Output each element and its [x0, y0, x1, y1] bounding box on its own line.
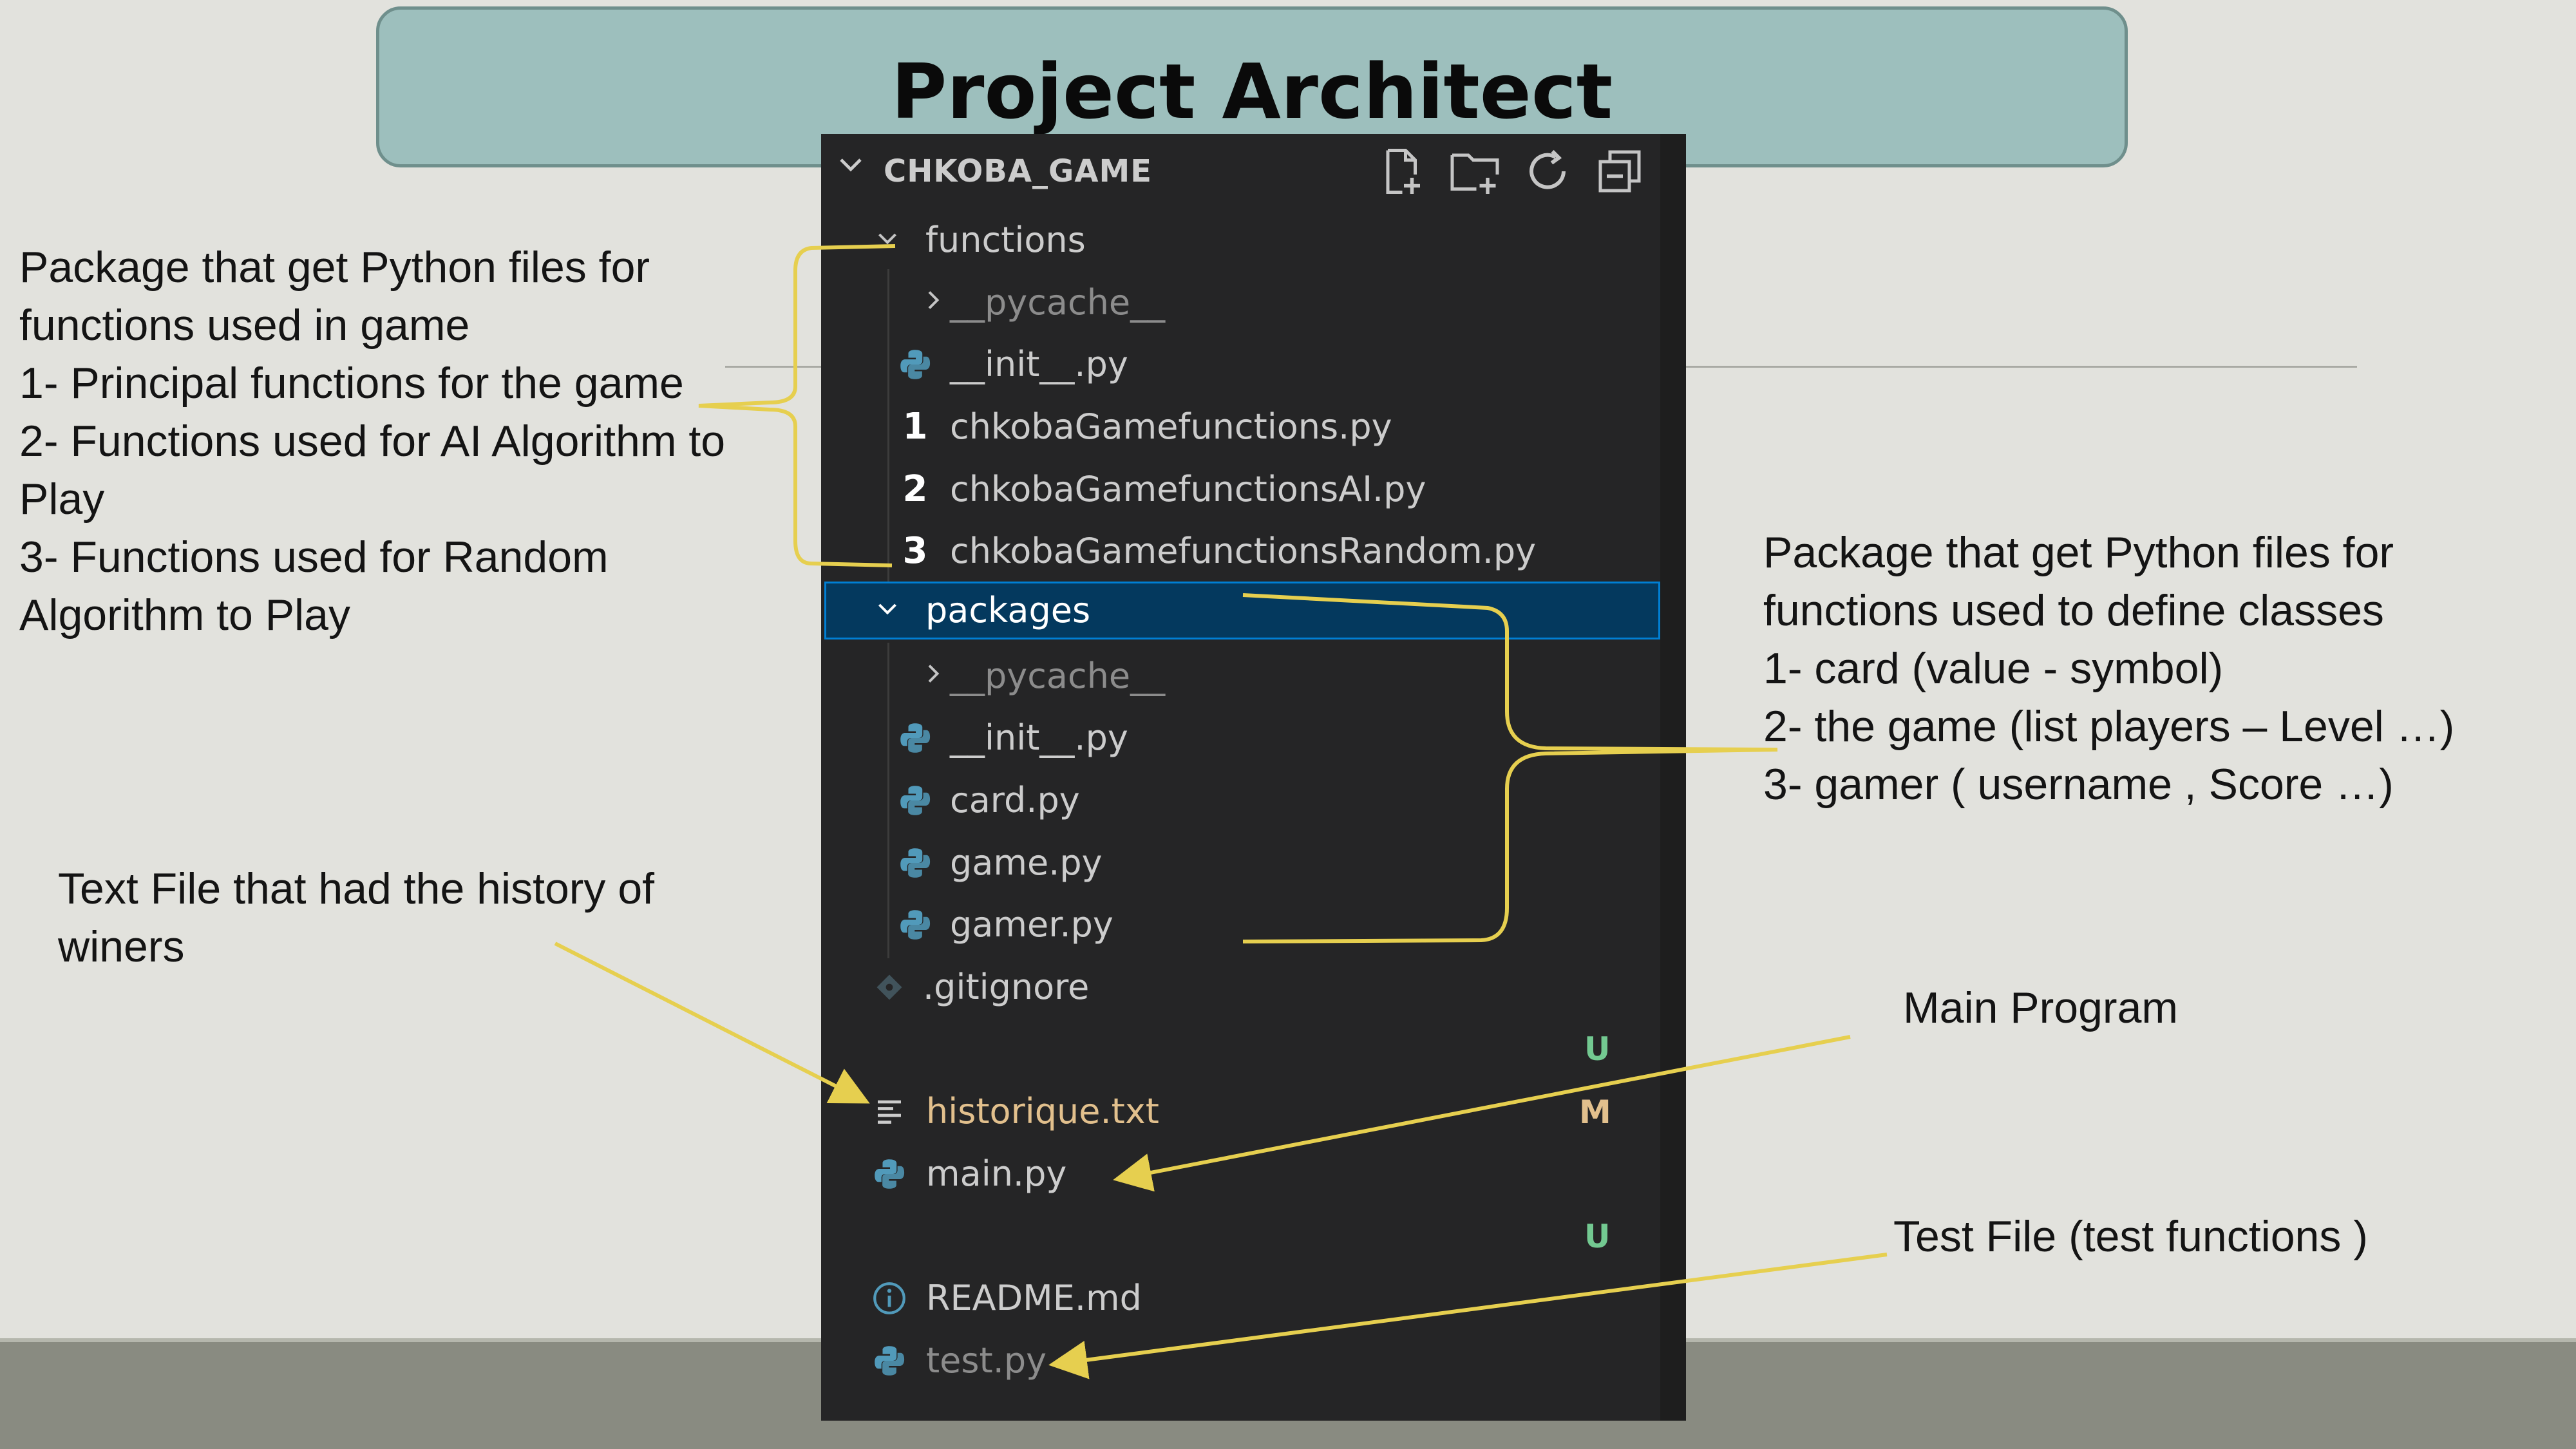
- tree-file-card[interactable]: card.py: [821, 772, 1660, 829]
- annotation-line: 1- Principal functions for the game: [19, 359, 684, 408]
- python-file-icon: [871, 1332, 907, 1390]
- slide-divider-right: [1668, 366, 2357, 368]
- explorer-scrollbar[interactable]: [1660, 134, 1686, 1421]
- tree-file-gitignore[interactable]: .gitignore: [821, 958, 1660, 1016]
- git-modified-badge: M: [1579, 1094, 1611, 1131]
- annotation-line: functions used to define classes: [1763, 586, 2384, 635]
- tree-file-chkobagamefunctionsai[interactable]: 2 chkobaGamefunctionsAI.py: [821, 460, 1660, 518]
- tree-file-game[interactable]: game.py: [821, 834, 1660, 892]
- number-one-icon: 1: [902, 406, 928, 448]
- number-two-icon: 2: [902, 468, 928, 510]
- tree-folder-pycache[interactable]: __pycache__: [821, 647, 1660, 705]
- tree-file-label: historique.txt: [926, 1091, 1159, 1132]
- annotation-line: Play: [19, 475, 105, 524]
- tree-folder-label: functions: [925, 220, 1086, 260]
- git-untracked-badge: U: [1584, 1218, 1611, 1255]
- chevron-down-icon: [871, 582, 904, 639]
- annotation-line: Text File that had the history of: [58, 864, 655, 913]
- tree-file-label: __init__.py: [950, 717, 1128, 758]
- tree-file-chkobagamefunctionsrandom[interactable]: 3 chkobaGamefunctionsRandom.py: [821, 522, 1660, 580]
- annotation-line: functions used in game: [19, 301, 470, 350]
- tree-file-gamer[interactable]: gamer.py: [821, 896, 1660, 954]
- python-file-icon: [897, 772, 933, 829]
- annotation-line: Package that get Python files for: [19, 243, 650, 292]
- tree-folder-packages[interactable]: packages: [824, 582, 1660, 639]
- explorer-root-label: CHKOBA_GAME: [884, 153, 1153, 189]
- main-annotation: Main Program: [1903, 983, 2179, 1032]
- new-file-button[interactable]: [1375, 146, 1426, 197]
- python-file-icon: [897, 896, 933, 954]
- git-untracked-badge: U: [1584, 1030, 1611, 1068]
- chevron-down-icon: [835, 148, 866, 187]
- python-file-icon: [897, 834, 933, 892]
- git-diamond-icon: [871, 958, 907, 1016]
- tree-file-chkobagamefunctions[interactable]: 1 chkobaGamefunctions.py: [821, 398, 1660, 456]
- tree-file-label: main.py: [926, 1153, 1067, 1194]
- chevron-right-icon: [916, 647, 949, 705]
- tree-folder-label: __pycache__: [950, 656, 1166, 696]
- annotation-line: 3- gamer ( username , Score …): [1763, 760, 2394, 809]
- tree-file-readme[interactable]: README.md: [821, 1269, 1660, 1327]
- tree-file-label: test.py: [926, 1340, 1047, 1381]
- annotation-line: 3- Functions used for Random: [19, 533, 609, 582]
- tree-file-historique[interactable]: historique.txt: [821, 1083, 1660, 1141]
- annotation-line: 2- Functions used for AI Algorithm to: [19, 417, 726, 466]
- tree-folder-label: __pycache__: [950, 282, 1166, 323]
- python-file-icon: [871, 1145, 907, 1203]
- info-icon: [871, 1269, 907, 1327]
- tree-file-label: README.md: [926, 1278, 1142, 1318]
- annotation-line: winers: [58, 922, 185, 971]
- functions-annotation: Package that get Python files for functi…: [19, 238, 725, 644]
- python-file-icon: [897, 709, 933, 767]
- tree-file-label: chkobaGamefunctions.py: [950, 406, 1392, 447]
- number-three-icon: 3: [902, 530, 928, 572]
- slide-divider-left: [725, 366, 822, 368]
- collapse-all-button[interactable]: [1594, 146, 1645, 197]
- text-file-icon: [871, 1083, 907, 1141]
- slide-title: Project Architect: [891, 47, 1613, 136]
- tree-file-label: card.py: [950, 780, 1080, 820]
- python-file-icon: [897, 336, 933, 393]
- tree-folder-pycache[interactable]: __pycache__: [821, 274, 1660, 332]
- tree-file-init[interactable]: __init__.py: [821, 336, 1660, 393]
- new-folder-button[interactable]: [1449, 146, 1501, 197]
- new-file-icon: [1386, 149, 1420, 194]
- tree-file-main[interactable]: main.py: [821, 1145, 1660, 1203]
- tree-folder-functions[interactable]: functions: [821, 211, 1660, 269]
- tree-file-test[interactable]: test.py: [821, 1332, 1660, 1390]
- refresh-explorer-button[interactable]: [1522, 146, 1573, 197]
- packages-annotation: Package that get Python files for functi…: [1763, 524, 2454, 813]
- new-folder-icon: [1450, 153, 1499, 194]
- tree-file-label: gamer.py: [950, 904, 1113, 945]
- history-annotation: Text File that had the history of winers: [58, 860, 654, 976]
- refresh-icon: [1530, 149, 1566, 189]
- tree-folder-label: packages: [925, 590, 1091, 630]
- test-annotation: Test File (test functions ): [1893, 1212, 2368, 1261]
- tree-file-init[interactable]: __init__.py: [821, 709, 1660, 767]
- collapse-all-icon: [1598, 150, 1641, 193]
- tree-file-label: __init__.py: [950, 344, 1128, 384]
- chevron-down-icon: [871, 211, 904, 269]
- annotation-line: Algorithm to Play: [19, 591, 350, 639]
- tree-file-label: chkobaGamefunctionsAI.py: [950, 469, 1426, 509]
- tree-file-label: .gitignore: [923, 967, 1090, 1007]
- tree-file-label: chkobaGamefunctionsRandom.py: [950, 531, 1537, 571]
- annotation-line: Package that get Python files for: [1763, 528, 2394, 577]
- annotation-line: 2- the game (list players – Level …): [1763, 702, 2455, 751]
- annotation-line: 1- card (value - symbol): [1763, 644, 2224, 693]
- tree-file-label: game.py: [950, 842, 1103, 883]
- chevron-right-icon: [916, 274, 949, 332]
- file-explorer: CHKOBA_GAME functions __pycache__ __init…: [821, 134, 1686, 1421]
